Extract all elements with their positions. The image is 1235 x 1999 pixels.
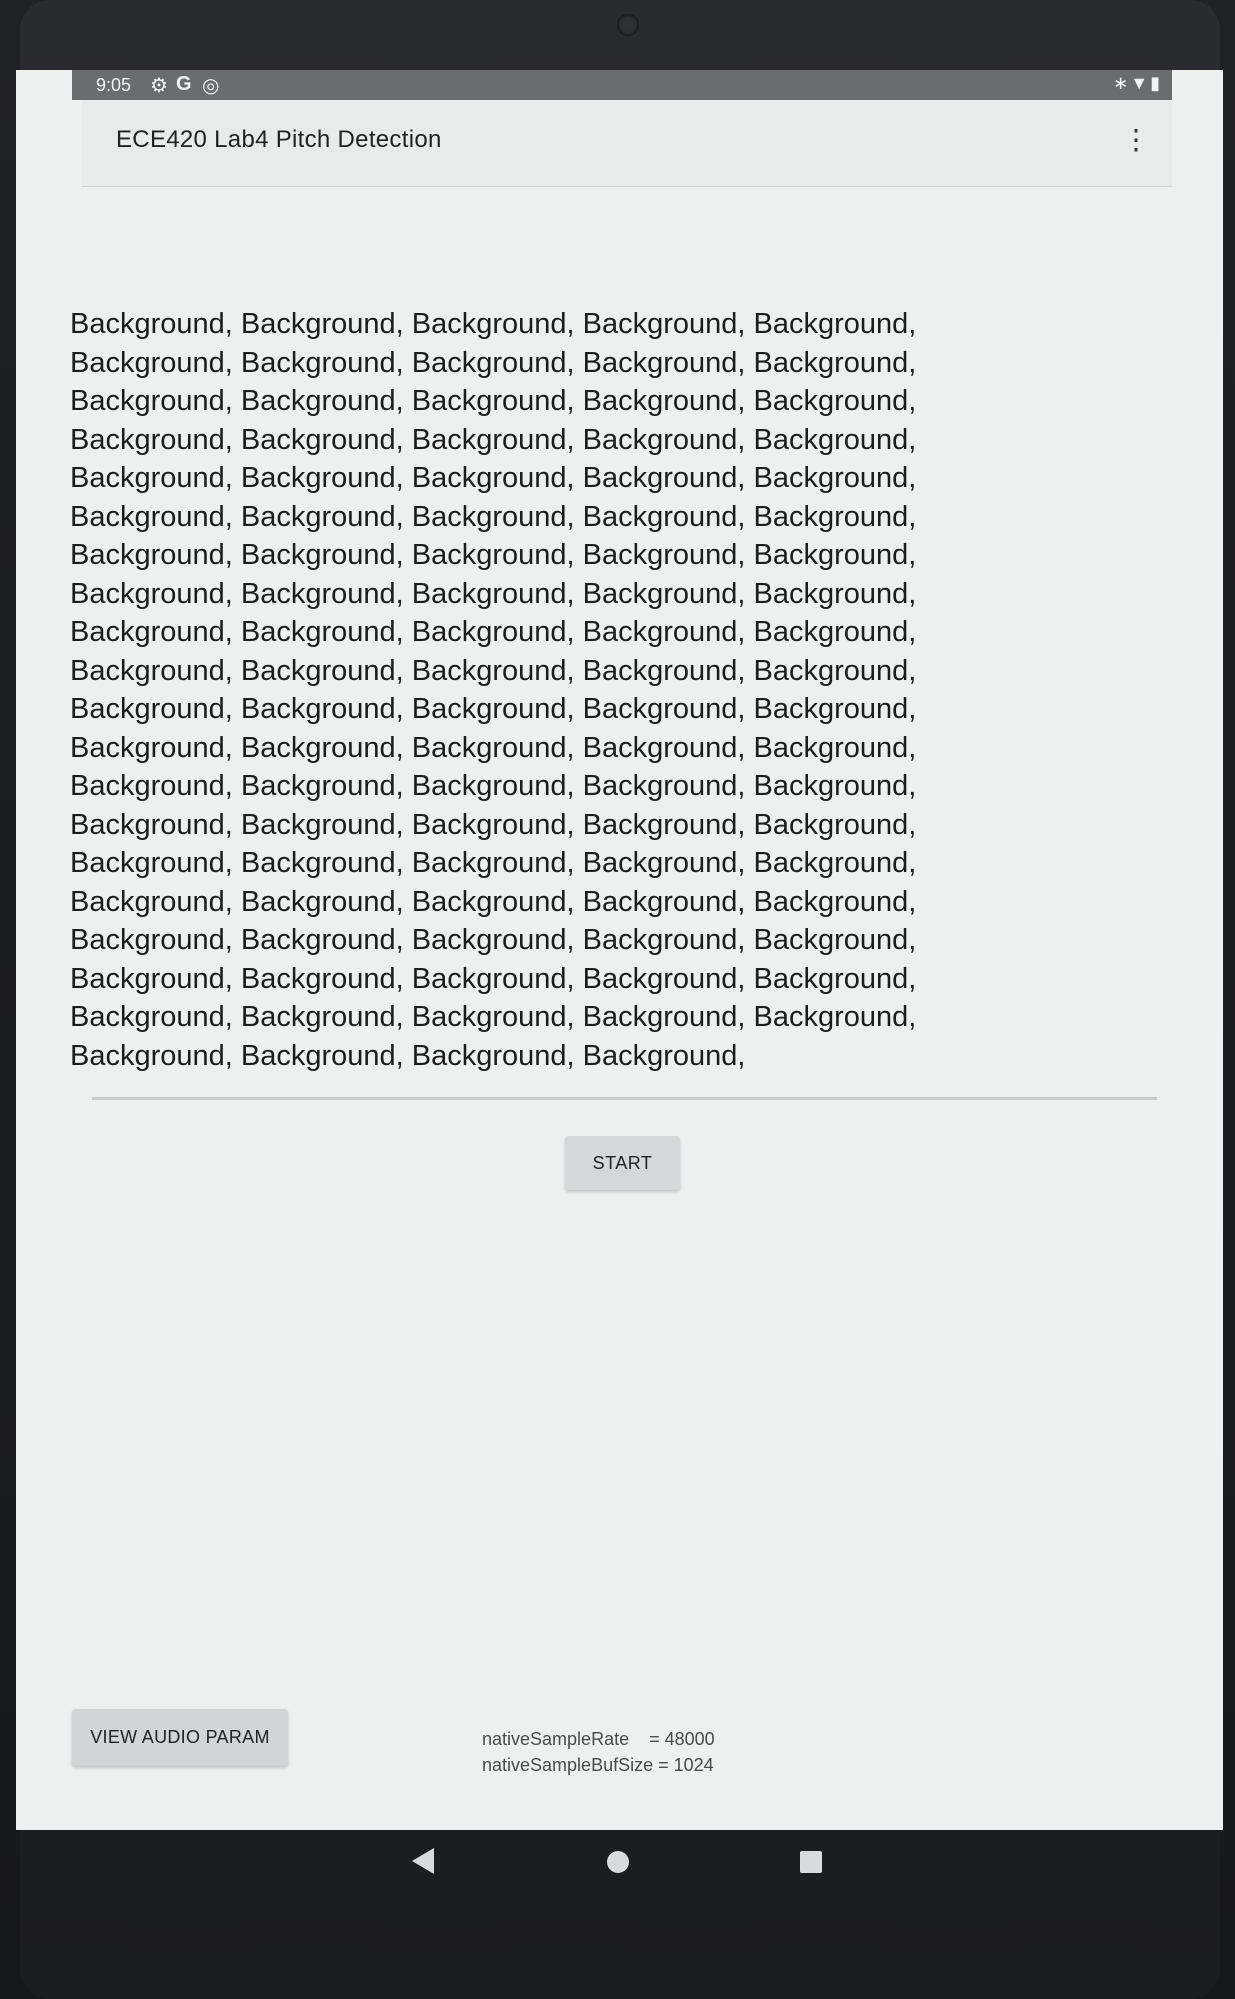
app-title: ECE420 Lab4 Pitch Detection [116,126,442,153]
nav-bar [0,1830,1235,1920]
output-line: Background, Background, Background, Back… [70,770,917,802]
output-line: Background, Background, Background, Back… [70,308,917,340]
output-line: Background, Background, Background, Back… [70,847,917,879]
app-bar: ECE420 Lab4 Pitch Detection ⋮ [82,100,1172,187]
bluetooth-icon: ∗ [1113,73,1131,93]
sync-icon: ◎ [202,75,220,97]
front-camera [617,14,639,36]
divider [92,1097,1157,1100]
output-line: Background, Background, Background, Back… [70,500,917,533]
output-line: Background, Background, Background, Back… [70,885,917,918]
status-bar: 9:05 ⚙ G ◎ ∗▼▮ [72,70,1172,100]
output-line: Background, Background, Background, Back… [70,385,917,417]
view-audio-param-button[interactable]: VIEW AUDIO PARAM [72,1709,288,1766]
native-sample-rate: nativeSampleRate = 48000 [482,1729,715,1749]
output-line: Background, Background, Background, Back… [70,423,917,456]
output-line: Background, Background, Background, Back… [70,577,917,610]
google-icon: G [176,73,192,95]
output-line: Background, Background, Background, Back… [70,462,917,494]
wifi-icon: ▼ [1130,73,1151,93]
output-line: Background, Background, Background, Back… [70,346,917,379]
native-sample-buf-size: nativeSampleBufSize = 1024 [482,1755,714,1775]
tablet-device: 9:05 ⚙ G ◎ ∗▼▮ ECE420 Lab4 Pitch Detecti… [0,0,1235,1999]
output-line: Background, Background, Background, Back… [70,1039,746,1072]
battery-icon: ▮ [1150,73,1162,93]
detection-output-text: Background, Background, Background, Back… [70,305,1070,1075]
output-line: Background, Background, Background, Back… [70,1001,917,1033]
output-line: Background, Background, Background, Back… [70,731,917,764]
output-line: Background, Background, Background, Back… [70,693,917,725]
status-time: 9:05 [96,75,132,95]
output-line: Background, Background, Background, Back… [70,924,917,956]
gear-icon: ⚙ [150,75,168,97]
start-button[interactable]: START [565,1136,680,1190]
home-icon[interactable] [607,1851,629,1873]
output-line: Background, Background, Background, Back… [70,962,917,995]
recents-icon[interactable] [800,1851,822,1873]
back-icon[interactable] [412,1848,434,1874]
audio-params: nativeSampleRate = 48000 nativeSampleBuf… [482,1726,715,1778]
output-line: Background, Background, Background, Back… [70,654,917,687]
output-line: Background, Background, Background, Back… [70,808,917,841]
status-right-icons: ∗▼▮ [1113,73,1162,94]
output-line: Background, Background, Background, Back… [70,616,917,648]
more-vert-icon[interactable]: ⋮ [1122,120,1150,160]
output-line: Background, Background, Background, Back… [70,539,917,571]
